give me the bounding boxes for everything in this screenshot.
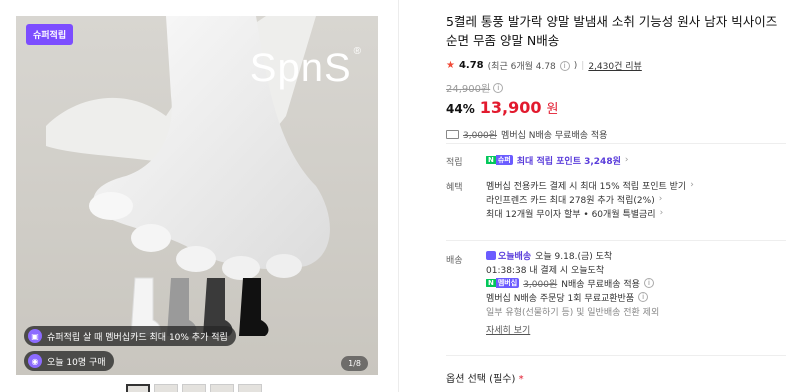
chevron-right-icon: › [690,180,694,190]
benefit-item[interactable]: 최대 12개월 무이자 할부 • 60개월 특별금리 › [486,206,786,220]
shipping-old-fee: 3,000원 [523,279,558,290]
divider [446,355,786,356]
membership-promo-banner[interactable]: ▣ 슈퍼적립 살 때 멤버십카드 최대 10% 추가 적립 [24,326,236,346]
today-delivery-badge: 오늘배송 [486,249,531,262]
points-line[interactable]: N 슈퍼 최대 적립 포인트 3,248원 › [486,153,786,167]
arrival-date: 오늘 9.18.(금) 도착 [535,251,613,262]
thumbnail[interactable] [154,384,178,392]
sale-price: 13,900 [479,98,542,117]
review-count-link[interactable]: 2,430건 리뷰 [588,59,641,72]
option-select-label[interactable]: 옵션 선택 (필수) * [446,370,524,385]
shipping-old-fee: 3,000원 [463,131,498,141]
info-icon[interactable]: i [559,60,570,71]
info-icon[interactable]: i [493,82,504,93]
truck-icon [446,130,459,139]
product-summary: 5켤레 통풍 발가락 양말 발냄새 소취 기능성 원사 남자 빅사이즈 순면 무… [446,12,786,141]
currency-unit: 원 [546,102,559,117]
delivery-label: 배송 [446,256,463,266]
super-points-badge: 슈퍼적립 [26,24,74,45]
original-price-row: 24,900원 i [446,80,786,95]
benefit-item[interactable]: 멤버십 전용카드 결제 시 최대 15% 적립 포인트 받기 › [486,178,786,192]
free-shipping-line: N 멤버십 3,000원 N배송 무료배송 적용 i [486,276,786,290]
rating-row: ★ 4.78 (최근 6개월 4.78 i) | 2,430건 리뷰 [446,59,642,72]
shipping-text: 멤버십 N배송 무료배송 적용 [501,131,608,141]
rating-value: 4.78 [458,60,484,71]
thumbnail-strip [126,384,262,392]
discount-rate: 44% [446,102,475,116]
product-title: 5켤레 통풍 발가락 양말 발냄새 소취 기능성 원사 남자 빅사이즈 순면 무… [446,14,778,48]
star-icon: ★ [446,60,455,71]
divider: | [581,60,585,71]
npay-membership-badge: N 멤버십 [486,278,520,288]
more-details-link[interactable]: 자세히 보기 [486,323,530,336]
membership-card-icon: ▣ [28,329,42,343]
npay-membership-badge: N 슈퍼 [486,155,513,165]
thumbnail[interactable] [182,384,206,392]
purchase-count-banner: ◉ 오늘 10명 구매 [24,351,114,371]
points-label: 적립 [446,158,463,168]
price-row: 44% 13,900 원 [446,98,786,117]
benefits-section: 멤버십 전용카드 결제 시 최대 15% 적립 포인트 받기 › 라인프렌즈 카드… [486,178,786,220]
chevron-right-icon: › [624,155,629,165]
info-icon[interactable]: i [643,278,654,288]
info-icon[interactable]: i [638,292,649,302]
rating-detail: (최근 6개월 4.78 [487,62,556,72]
free-return-line: 멤버십 N배송 주문당 1회 무료교환반품 i [486,290,786,304]
shipping-row: 3,000원 멤버십 N배송 무료배송 적용 [446,128,786,141]
benefit-item[interactable]: 라인프렌즈 카드 최대 278원 추가 적립(2%) › [486,192,786,206]
brand-logo: SpnS ® [249,46,362,90]
more-details-line: 자세히 보기 [486,322,786,336]
delivery-note: 일부 유형(선물하기 등) 및 일반배송 전환 제외 [486,307,660,318]
thumbnail[interactable] [126,384,150,392]
truck-icon [486,250,496,260]
chevron-right-icon: › [659,208,664,218]
divider [446,240,786,241]
purchase-count-text: 오늘 10명 구매 [47,357,106,368]
membership-promo-text: 슈퍼적립 살 때 멤버십카드 최대 10% 추가 적립 [47,332,228,343]
today-delivery-line: 오늘배송 오늘 9.18.(금) 도착 [486,248,786,262]
delivery-section: 오늘배송 오늘 9.18.(금) 도착 01:38:38 내 결제 시 오늘도착… [486,248,786,336]
free-shipping-text: N배송 무료배송 적용 [561,279,640,290]
chevron-right-icon: › [658,194,663,204]
thumbnail[interactable] [238,384,262,392]
product-image[interactable]: 슈퍼적립 SpnS ® ▣ 슈퍼적립 살 때 멤버십카드 최대 10% 추가 적립… [16,16,378,375]
divider [446,143,786,144]
max-points-text: 최대 적립 포인트 3,248원 [516,156,621,167]
original-price: 24,900원 [446,84,491,95]
points-section: N 슈퍼 최대 적립 포인트 3,248원 › [486,153,786,167]
shopping-bag-icon: ◉ [28,354,42,368]
countdown-line: 01:38:38 내 결제 시 오늘도착 [486,265,605,276]
divider [398,0,399,392]
benefits-label: 혜택 [446,183,463,193]
image-counter: 1/8 [341,356,368,371]
thumbnail[interactable] [210,384,234,392]
